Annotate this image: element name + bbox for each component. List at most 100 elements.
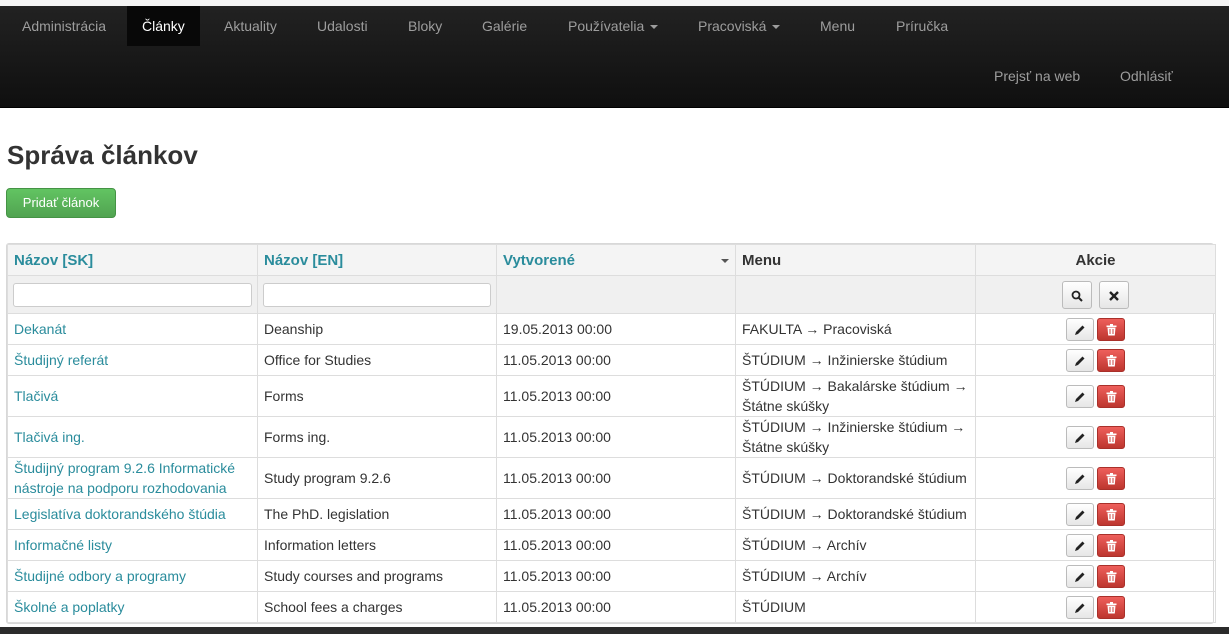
cell-vytvorene: 11.05.2013 00:00: [496, 457, 736, 499]
trash-icon: [1106, 432, 1116, 444]
filter-row: [7, 275, 1216, 314]
nav-item-pouzivatelia[interactable]: Používatelia: [556, 6, 670, 46]
nav-item-menu[interactable]: Menu: [808, 6, 867, 46]
cell-akcie: [975, 313, 1216, 345]
delete-button[interactable]: [1097, 564, 1125, 588]
cell-vytvorene: 11.05.2013 00:00: [496, 529, 736, 561]
pencil-icon: [1075, 433, 1085, 444]
delete-button[interactable]: [1097, 384, 1125, 408]
trash-icon: [1106, 509, 1116, 521]
edit-button[interactable]: [1066, 384, 1094, 408]
pencil-icon: [1075, 356, 1085, 367]
pencil-icon: [1075, 572, 1085, 583]
cell-akcie: [975, 344, 1216, 376]
edit-button[interactable]: [1066, 533, 1094, 557]
cell-akcie: [975, 498, 1216, 530]
cell-nazov-en: School fees a charges: [257, 591, 497, 623]
caret-down-icon: [650, 25, 659, 30]
nav-item-prejst-na-web[interactable]: Prejsť na web: [982, 56, 1092, 96]
add-article-button[interactable]: Pridať článok: [6, 188, 116, 218]
column-header-vytvorene[interactable]: Vytvorené: [496, 244, 736, 276]
delete-button[interactable]: [1097, 595, 1125, 619]
column-header-nazov-en[interactable]: Názov [EN]: [257, 244, 497, 276]
cell-akcie: [975, 529, 1216, 561]
nav-item-pracoviska[interactable]: Pracoviská: [686, 6, 792, 46]
delete-button[interactable]: [1097, 425, 1125, 449]
edit-button[interactable]: [1066, 564, 1094, 588]
nav-item-aktuality[interactable]: Aktuality: [212, 6, 289, 46]
delete-button[interactable]: [1097, 317, 1125, 341]
cell-vytvorene: 11.05.2013 00:00: [496, 591, 736, 623]
cell-nazov-sk[interactable]: Študijný referát: [7, 344, 258, 376]
cell-menu: ŠTÚDIUM: [735, 591, 976, 623]
table-row: Legislatíva doktorandského štúdia The PhD…: [7, 498, 1216, 530]
edit-button[interactable]: [1066, 466, 1094, 490]
edit-button[interactable]: [1066, 425, 1094, 449]
page-title: Správa článkov: [7, 140, 198, 170]
cell-nazov-sk[interactable]: Študijné odbory a programy: [7, 560, 258, 592]
pencil-icon: [1075, 603, 1085, 614]
cell-vytvorene: 11.05.2013 00:00: [496, 344, 736, 376]
pencil-icon: [1075, 541, 1085, 552]
trash-icon: [1106, 391, 1116, 403]
filter-search-button[interactable]: [1061, 280, 1092, 309]
cell-nazov-sk[interactable]: Tlačivá ing.: [7, 416, 258, 458]
edit-button[interactable]: [1066, 348, 1094, 372]
cell-menu: ŠTÚDIUM → Inžinierske štúdium → Štátne s…: [735, 416, 976, 458]
cell-menu: FAKULTA → Pracoviská: [735, 313, 976, 345]
edit-button[interactable]: [1066, 595, 1094, 619]
table-row: Dekanát Deanship 19.05.2013 00:00 FAKULTA →…: [7, 313, 1216, 345]
delete-button[interactable]: [1097, 348, 1125, 372]
nav-item-galerie[interactable]: Galérie: [470, 6, 539, 46]
nav-item-prirucka[interactable]: Príručka: [884, 6, 960, 46]
cell-menu: ŠTÚDIUM → Doktorandské štúdium: [735, 498, 976, 530]
nav-item-udalosti[interactable]: Udalosti: [305, 6, 380, 46]
filter-input-nazov-sk[interactable]: [13, 282, 252, 307]
table-row: Študijný program 9.2.6 Informatické nást…: [7, 457, 1216, 499]
nav-item-administracia[interactable]: Administrácia: [10, 6, 118, 46]
trash-icon: [1106, 602, 1116, 614]
delete-button[interactable]: [1097, 533, 1125, 557]
table-row: Školné a poplatky School fees a charges 11…: [7, 591, 1216, 623]
column-header-nazov-sk[interactable]: Názov [SK]: [7, 244, 258, 276]
edit-button[interactable]: [1066, 502, 1094, 526]
window-bottom-strip: [0, 627, 1229, 634]
delete-button[interactable]: [1097, 466, 1125, 490]
cell-akcie: [975, 375, 1216, 417]
cell-nazov-en: Information letters: [257, 529, 497, 561]
column-header-akcie: Akcie: [975, 244, 1216, 276]
cell-nazov-sk[interactable]: Tlačivá: [7, 375, 258, 417]
filter-clear-button[interactable]: [1099, 280, 1130, 309]
cell-nazov-sk[interactable]: Dekanát: [7, 313, 258, 345]
cell-menu: ŠTÚDIUM → Bakalárske štúdium → Štátne sk…: [735, 375, 976, 417]
nav-item-odhlasit[interactable]: Odhlásiť: [1108, 56, 1185, 96]
cell-nazov-en: Study courses and programs: [257, 560, 497, 592]
edit-button[interactable]: [1066, 317, 1094, 341]
table-body: Dekanát Deanship 19.05.2013 00:00 FAKULTA →…: [7, 313, 1216, 623]
filter-input-nazov-en[interactable]: [263, 282, 491, 307]
cell-menu: ŠTÚDIUM → Archív: [735, 529, 976, 561]
trash-icon: [1106, 571, 1116, 583]
cell-akcie: [975, 591, 1216, 623]
nav-item-clanky[interactable]: Články: [127, 6, 200, 46]
cell-nazov-sk[interactable]: Študijný program 9.2.6 Informatické nást…: [7, 457, 258, 499]
cell-nazov-en: Study program 9.2.6: [257, 457, 497, 499]
trash-icon: [1106, 324, 1116, 336]
delete-button[interactable]: [1097, 502, 1125, 526]
cell-nazov-sk[interactable]: Informačné listy: [7, 529, 258, 561]
table-header-row: Názov [SK] Názov [EN] Vytvorené Menu Akc…: [7, 244, 1216, 276]
filter-cell-en: [257, 275, 497, 314]
close-icon: [1109, 291, 1120, 301]
cell-nazov-sk[interactable]: Školné a poplatky: [7, 591, 258, 623]
column-header-menu: Menu: [735, 244, 976, 276]
cell-nazov-sk[interactable]: Legislatíva doktorandského štúdia: [7, 498, 258, 530]
cell-nazov-en: Office for Studies: [257, 344, 497, 376]
table-row: Študijné odbory a programy Study courses …: [7, 560, 1216, 592]
nav-item-bloky[interactable]: Bloky: [396, 6, 454, 46]
cell-nazov-en: Forms: [257, 375, 497, 417]
pencil-icon: [1075, 474, 1085, 485]
filter-cell-empty: [496, 275, 736, 314]
cell-menu: ŠTÚDIUM → Doktorandské štúdium: [735, 457, 976, 499]
cell-menu: ŠTÚDIUM → Archív: [735, 560, 976, 592]
filter-cell-actions: [975, 275, 1216, 314]
